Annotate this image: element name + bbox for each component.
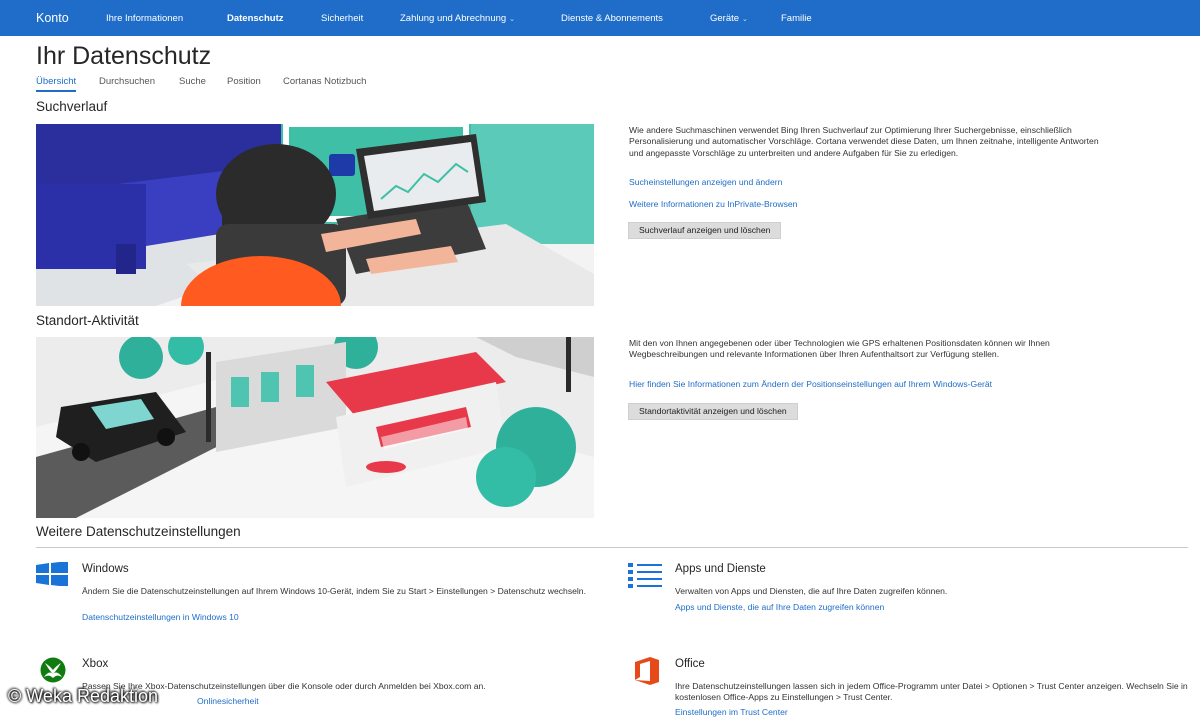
chevron-down-icon: ⌄ (509, 16, 516, 23)
trust-center-settings-link[interactable]: Einstellungen im Trust Center (675, 707, 788, 717)
nav-item-ihre-informationen[interactable]: Ihre Informationen (106, 13, 183, 24)
tile-title-windows: Windows (82, 563, 129, 575)
search-settings-link[interactable]: Sucheinstellungen anzeigen und ändern (629, 177, 782, 187)
top-nav-bar: Konto Ihre Informationen Datenschutz Sic… (0, 0, 1200, 36)
tile-title-xbox: Xbox (82, 658, 109, 670)
tile-desc-xbox: Passen Sie Ihre Xbox-Datenschutzeinstell… (82, 681, 486, 691)
location-description: Mit den von Ihnen angegebenen oder über … (629, 338, 1050, 360)
nav-item-dienste-abonnements[interactable]: Dienste & Abonnements (561, 13, 663, 24)
tab-uebersicht[interactable]: Übersicht (36, 76, 77, 92)
divider (36, 547, 1188, 548)
windows-privacy-settings-link[interactable]: Datenschutzeinstellungen in Windows 10 (82, 612, 239, 622)
view-clear-search-history-button[interactable]: Suchverlauf anzeigen und löschen (628, 222, 782, 239)
location-activity-illustration (36, 337, 594, 518)
page-title: Ihr Datenschutz (36, 42, 212, 70)
search-history-description: Wie andere Suchmaschinen verwendet Bing … (629, 125, 1099, 158)
inprivate-info-link[interactable]: Weitere Informationen zu InPrivate-Brows… (629, 199, 797, 209)
nav-item-label: Ihre Informationen (106, 13, 184, 24)
tile-title-apps-und-dienste: Apps und Dienste (675, 563, 766, 575)
nav-item-label: Familie (781, 13, 812, 24)
nav-item-label: Dienste & Abonnements (561, 13, 663, 24)
nav-item-label: Sicherheit (321, 13, 364, 24)
tab-suche[interactable]: Suche (179, 76, 206, 90)
nav-item-familie[interactable]: Familie (781, 13, 812, 24)
tab-durchsuchen[interactable]: Durchsuchen (99, 76, 155, 90)
nav-item-zahlung-und-abrechnung[interactable]: Zahlung und Abrechnung ⌄ (400, 13, 515, 24)
section-heading-weitere-datenschutzeinstellungen: Weitere Datenschutzeinstellungen (36, 524, 241, 539)
tile-desc-office: Ihre Datenschutzeinstellungen lassen sic… (675, 681, 1188, 703)
nav-item-sicherheit[interactable]: Sicherheit (321, 13, 363, 24)
view-clear-location-activity-button[interactable]: Standortaktivität anzeigen und löschen (628, 403, 798, 420)
watermark: © Weka Redaktion (8, 686, 159, 706)
tile-title-office: Office (675, 658, 705, 670)
apps-services-access-link[interactable]: Apps und Dienste, die auf Ihre Daten zug… (675, 602, 884, 612)
xbox-logo-icon (36, 657, 70, 688)
chevron-down-icon: ⌄ (742, 16, 748, 23)
tab-position[interactable]: Position (227, 76, 261, 90)
tile-desc-apps-und-dienste: Verwalten von Apps und Diensten, die auf… (675, 586, 948, 596)
nav-item-datenschutz[interactable]: Datenschutz (227, 13, 283, 24)
nav-item-geraete[interactable]: Geräte ⌄ (710, 13, 748, 24)
nav-item-label: Geräte (710, 13, 740, 24)
brand-konto-link[interactable]: Konto (36, 11, 69, 25)
position-settings-link[interactable]: Hier finden Sie Informationen zum Ändern… (629, 379, 992, 389)
search-history-illustration (36, 124, 594, 306)
nav-item-label: Zahlung und Abrechnung (400, 13, 507, 24)
section-heading-suchverlauf: Suchverlauf (36, 99, 108, 114)
section-heading-standort: Standort-Aktivität (36, 313, 139, 328)
online-safety-link[interactable]: Onlinesicherheit (197, 696, 259, 706)
tab-cortanas-notizbuch[interactable]: Cortanas Notizbuch (283, 76, 366, 90)
windows-logo-icon (36, 561, 68, 591)
office-logo-icon (632, 657, 662, 690)
list-icon (628, 562, 664, 593)
tile-desc-windows: Ändern Sie die Datenschutzeinstellungen … (82, 586, 586, 596)
nav-item-label: Datenschutz (227, 13, 284, 24)
